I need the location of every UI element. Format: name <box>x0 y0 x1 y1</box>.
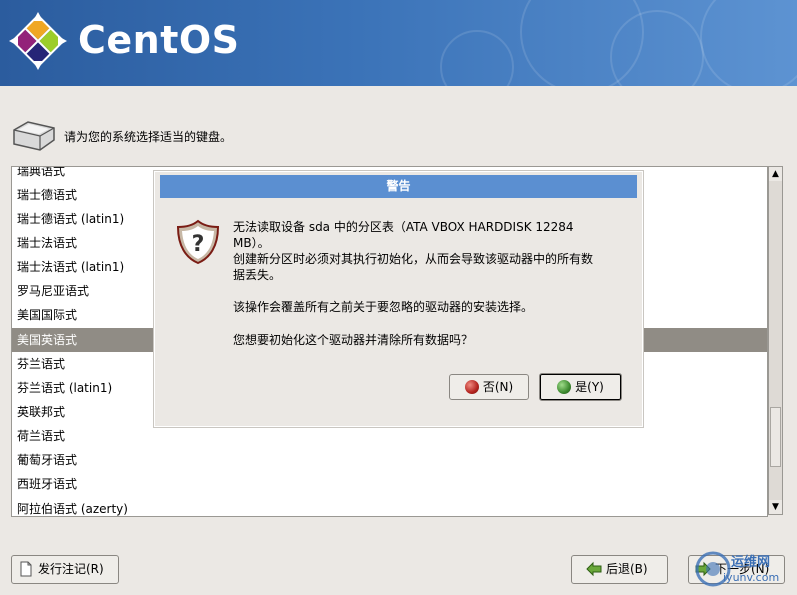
dialog-message-line: 无法读取设备 sda 中的分区表（ATA VBOX HARDDISK 12284 <box>233 220 574 234</box>
dialog-title: 警告 <box>160 175 637 198</box>
header-banner: CentOS <box>0 0 797 86</box>
dialog-question: 您想要初始化这个驱动器并清除所有数据吗？ <box>233 333 474 347</box>
no-icon <box>464 379 479 394</box>
release-notes-button[interactable]: 发行注记(R) <box>11 555 119 584</box>
banner-swirl <box>440 30 514 86</box>
keyboard-prompt: 请为您的系统选择适当的键盘。 <box>64 130 233 144</box>
list-item[interactable]: 葡萄牙语式 <box>12 448 767 472</box>
list-item[interactable]: 西班牙语式 <box>12 472 767 496</box>
release-notes-label: 发行注记(R) <box>38 562 104 576</box>
back-arrow-icon <box>586 561 602 576</box>
keyboard-key-icon <box>13 121 55 151</box>
watermark-url: iyunv.com <box>723 571 780 584</box>
back-button[interactable]: 后退(B) <box>571 555 668 584</box>
dialog-message-line: 据丢失。 <box>233 268 282 282</box>
document-icon <box>20 561 32 576</box>
banner-swirl <box>700 0 797 86</box>
watermark-text: 运维网 <box>731 555 771 570</box>
list-scrollbar[interactable]: ▲ ▼ <box>768 166 783 515</box>
scroll-up-icon[interactable]: ▲ <box>769 167 782 181</box>
yes-icon <box>557 379 572 394</box>
svg-text:?: ? <box>192 232 205 257</box>
no-button[interactable]: 否(N) <box>449 374 529 400</box>
dialog-message-line: 创建新分区时必须对其执行初始化，从而会导致该驱动器中的所有数 <box>233 252 594 266</box>
list-item[interactable]: 阿拉伯语式 (azerty) <box>12 497 767 516</box>
back-label: 后退(B) <box>606 562 648 576</box>
dialog-message-line: MB）。 <box>233 236 270 250</box>
question-shield-icon: ? <box>176 219 220 265</box>
centos-logo-icon <box>9 12 67 70</box>
warning-dialog: 警告 ? 无法读取设备 sda 中的分区表（ATA VBOX HARDDISK … <box>153 170 644 428</box>
yes-button-label: 是(Y) <box>575 380 604 394</box>
centos-logo-text: CentOS <box>78 18 240 62</box>
site-watermark: 运维网 iyunv.com <box>693 545 795 593</box>
dialog-message-paragraph: 该操作会覆盖所有之前关于要忽略的驱动器的安装选择。 <box>233 300 534 314</box>
no-button-label: 否(N) <box>482 380 514 394</box>
yes-button[interactable]: 是(Y) <box>539 373 622 401</box>
scroll-down-icon[interactable]: ▼ <box>769 500 782 514</box>
scroll-thumb[interactable] <box>770 407 781 467</box>
